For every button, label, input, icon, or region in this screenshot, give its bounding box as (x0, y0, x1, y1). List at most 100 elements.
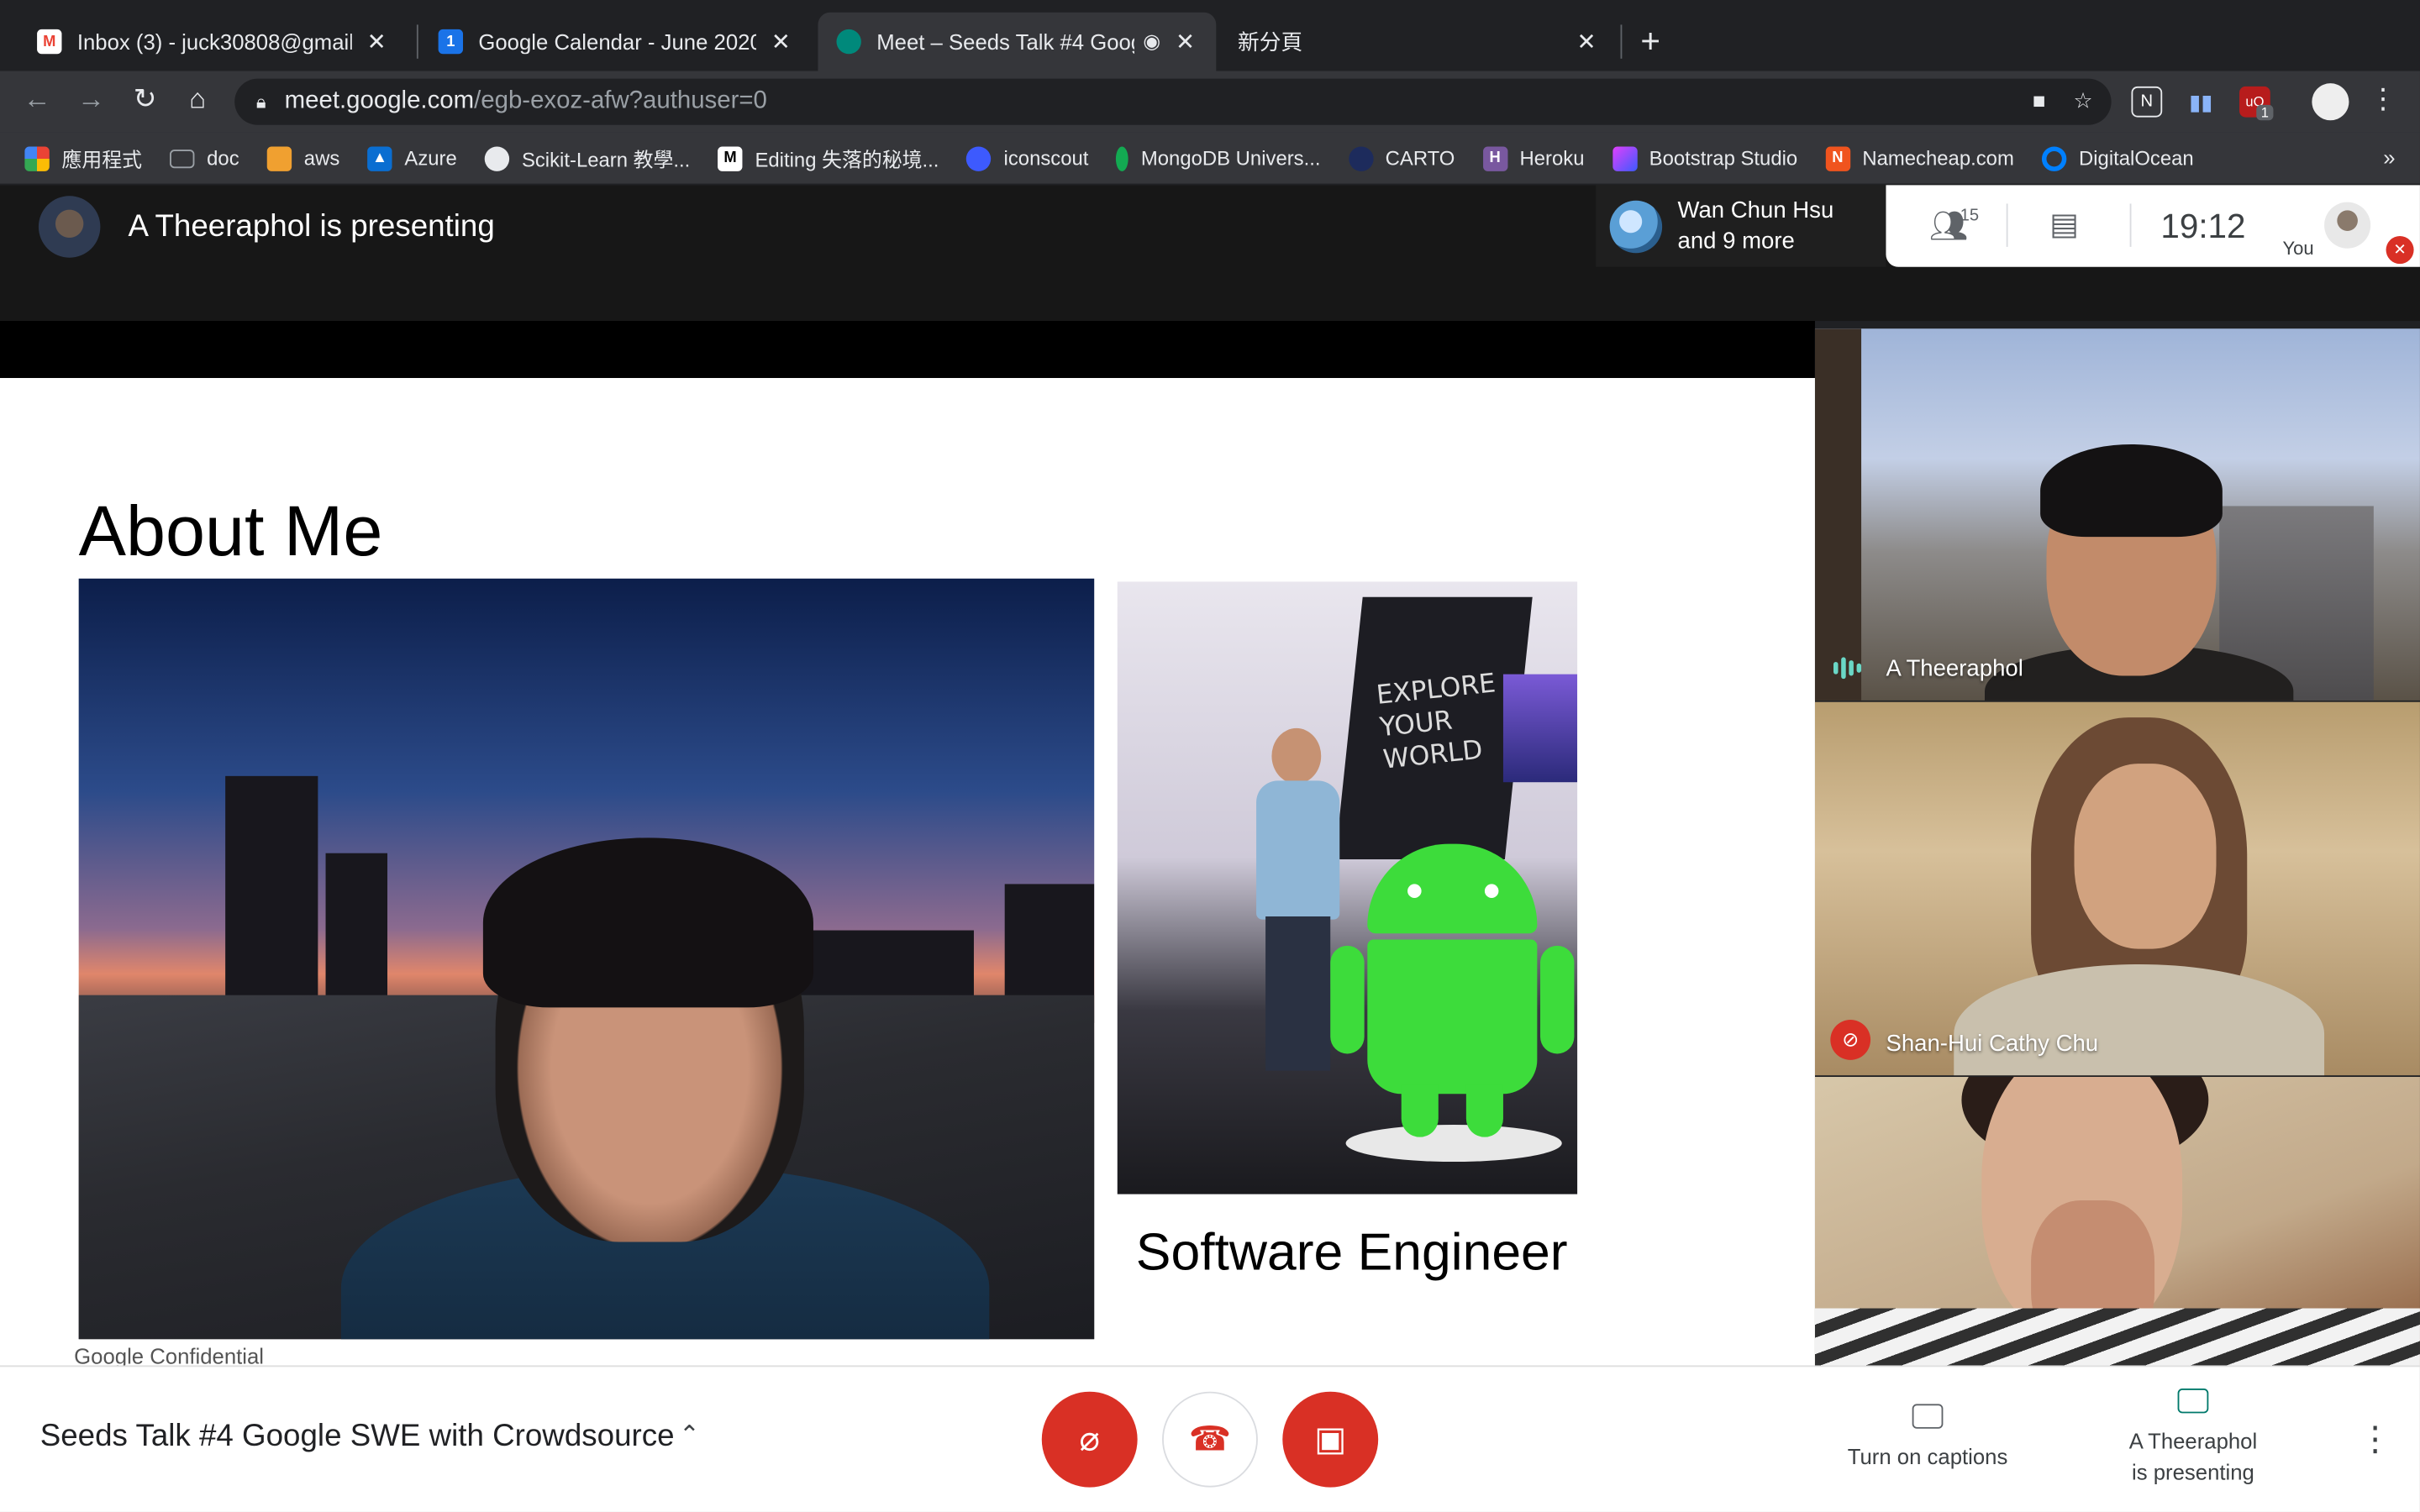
meeting-title[interactable]: Seeds Talk #4 Google SWE with Crowdsourc… (40, 1420, 675, 1455)
participant-shirt (1814, 1308, 2420, 1366)
back-arrow-icon[interactable]: ← (18, 83, 55, 116)
presenter-avatar (38, 196, 101, 258)
close-tab-icon[interactable]: ✕ (769, 28, 793, 55)
bookmark-mongodb[interactable]: MongoDB Univers... (1116, 145, 1321, 171)
android-body (1367, 939, 1538, 1095)
participant-name: Wan Chun Hsu (1677, 197, 1834, 223)
present-screen-icon (2177, 1389, 2209, 1414)
more-options-icon[interactable]: ⋮ (2358, 1420, 2391, 1460)
bookmark-medium[interactable]: M Editing 失落的秘境... (718, 144, 939, 173)
divider (2006, 203, 2008, 247)
bookmark-label: Heroku (1519, 146, 1585, 171)
azure-icon: ▲ (367, 145, 392, 171)
presenting-label-line2: is presenting (2132, 1459, 2254, 1484)
tile-name: A Theeraphol (1886, 655, 2023, 682)
person-hair (482, 837, 813, 1008)
bookmark-label: doc (207, 146, 239, 171)
new-tab-plus-icon[interactable]: + (1640, 22, 1660, 62)
bookmark-azure[interactable]: ▲ Azure (367, 145, 457, 171)
self-label: You (2282, 237, 2314, 260)
presented-slide: About Me EXPLORE YOUR WORLD Software Eng… (0, 377, 1815, 1366)
bookmark-apps[interactable]: 應用程式 (24, 144, 142, 173)
reload-icon[interactable]: ↻ (127, 83, 164, 116)
digitalocean-icon (2041, 145, 2067, 171)
url-host: meet.google.com (284, 87, 475, 114)
browser-menu-icon[interactable]: ⋮ (2365, 83, 2402, 116)
participant-hair (2040, 444, 2223, 538)
muted-mic-icon: ⊘ (1830, 1020, 1871, 1060)
bookmark-scikit[interactable]: Scikit-Learn 教學... (484, 144, 691, 173)
leave-call-button[interactable]: ☎︎ (1162, 1391, 1258, 1488)
bookmark-namecheap[interactable]: N Namecheap.com (1825, 145, 2014, 171)
mic-off-button[interactable]: ⌀ (1041, 1391, 1138, 1488)
lock-icon[interactable]: 🔒︎ (256, 90, 266, 113)
globe-icon (484, 145, 510, 171)
bookmark-aws[interactable]: aws (266, 145, 339, 171)
presenting-label-line1: A Theeraphol (2128, 1428, 2258, 1454)
captions-button[interactable]: Turn on captions (1830, 1404, 2024, 1472)
tile-name: Shan-Hui Cathy Chu (1886, 1030, 2099, 1058)
close-tab-icon[interactable]: ✕ (364, 28, 388, 55)
participants-chip[interactable]: Wan Chun Hsu and 9 more (1596, 185, 1886, 267)
camera-off-button[interactable]: ▣ (1282, 1391, 1379, 1488)
camera-icon[interactable]: ■ (2033, 88, 2046, 114)
chat-icon[interactable]: ▤ (2049, 205, 2079, 244)
chevron-up-icon[interactable]: ⌃ (679, 1420, 700, 1451)
tab-divider (416, 24, 418, 59)
presentation-letterbox (0, 321, 1815, 378)
tab-new[interactable]: 新分頁 ✕ (1219, 13, 1618, 71)
profile-avatar[interactable] (2312, 83, 2349, 121)
window-frame (1814, 328, 1862, 701)
bootstrap-studio-icon (1612, 145, 1637, 171)
browser-toolbar: ← → ↻ ⌂ 🔒︎ meet.google.com/egb-exoz-afw?… (0, 71, 2420, 133)
tab-meet[interactable]: Meet – Seeds Talk #4 Goog ◉ ✕ (818, 12, 1217, 71)
bookmark-label: Editing 失落的秘境... (755, 148, 939, 171)
self-avatar[interactable] (2324, 202, 2371, 249)
address-bar[interactable]: 🔒︎ meet.google.com/egb-exoz-afw?authuser… (234, 78, 2112, 125)
slide-caption: Software Engineer (1135, 1223, 1568, 1283)
tab-calendar[interactable]: 1 Google Calendar - June 2020 ✕ (420, 13, 813, 71)
display-screen (1502, 674, 1578, 783)
android-eye (1484, 884, 1499, 898)
android-eye (1407, 884, 1422, 898)
participant-face (2074, 764, 2217, 949)
analytics-extension-icon[interactable]: ▮▮ (2186, 87, 2217, 118)
bookmark-doc[interactable]: doc (170, 146, 239, 170)
tab-gmail[interactable]: M Inbox (3) - juck30808@gmail.c ✕ (18, 13, 408, 71)
participant-count: 15 (1960, 207, 1980, 226)
camera-off-icon: ▣ (1314, 1419, 1347, 1458)
bookmark-label: DigitalOcean (2079, 146, 2194, 171)
bookmark-digitalocean[interactable]: DigitalOcean (2041, 145, 2194, 171)
bookmark-carto[interactable]: CARTO (1348, 145, 1455, 171)
participant-tile[interactable]: ⊘ Shan-Hui Cathy Chu (1814, 701, 2420, 1076)
captions-icon (1912, 1404, 1944, 1429)
forward-arrow-icon[interactable]: → (72, 83, 109, 116)
android-statue-photo: EXPLORE YOUR WORLD (1117, 581, 1578, 1194)
calendar-icon: 1 (438, 29, 464, 55)
apps-grid-icon (24, 145, 50, 171)
tab-title: Google Calendar - June 2020 (478, 29, 756, 55)
home-icon[interactable]: ⌂ (179, 83, 216, 116)
close-tab-icon[interactable]: ✕ (1574, 28, 1598, 55)
bookmark-iconscout[interactable]: iconscout (966, 145, 1089, 171)
tab-title: Meet – Seeds Talk #4 Goog (876, 29, 1134, 55)
participant-tile[interactable] (1814, 1077, 2420, 1366)
heroku-icon: H (1482, 145, 1507, 171)
bookmark-star-icon[interactable]: ☆ (2073, 88, 2092, 114)
android-leg (1401, 1084, 1439, 1137)
extension-badge: 1 (2256, 104, 2274, 121)
notion-extension-icon[interactable]: N (2131, 86, 2163, 118)
speaking-indicator-icon (1833, 657, 1862, 680)
recording-indicator-icon: ◉ (1143, 29, 1161, 53)
more-bookmarks-icon[interactable]: » (2383, 145, 2395, 170)
participant-more: and 9 more (1677, 227, 1795, 255)
bookmark-label: iconscout (1003, 146, 1089, 171)
presenting-button[interactable]: A Theeraphol is presenting (2108, 1389, 2278, 1488)
close-tab-icon[interactable]: ✕ (1173, 28, 1197, 55)
folder-icon (170, 149, 195, 168)
bookmark-label: Scikit-Learn 教學... (521, 148, 691, 171)
presenting-title: A Theeraphol is presenting (128, 209, 495, 244)
bookmark-bootstrap-studio[interactable]: Bootstrap Studio (1612, 145, 1797, 171)
bookmark-heroku[interactable]: H Heroku (1482, 145, 1585, 171)
participant-tile[interactable]: A Theeraphol (1814, 328, 2420, 701)
